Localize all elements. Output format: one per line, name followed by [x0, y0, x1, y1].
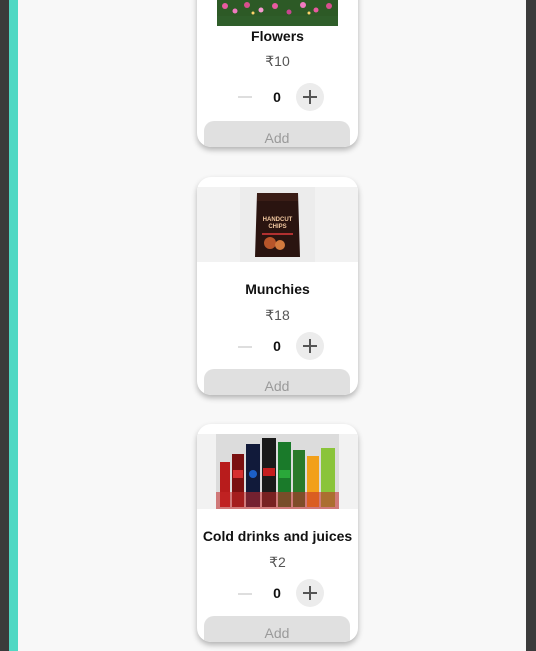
product-title: Cold drinks and juices — [202, 528, 353, 544]
quantity-value: 0 — [273, 338, 281, 354]
product-image-area: HANDCUT CHIPS — [197, 187, 358, 262]
accent-bar — [9, 0, 18, 651]
soft-drinks-image — [216, 434, 339, 509]
product-price: ₹10 — [265, 53, 290, 69]
product-card-munchies: HANDCUT CHIPS Munchies ₹18 0 Add — [197, 177, 358, 395]
product-card-cold-drinks: Cold drinks and juices ₹2 0 Add — [197, 424, 358, 642]
flowers-image — [217, 0, 338, 26]
window-frame-right — [526, 0, 536, 651]
product-price: ₹18 — [265, 307, 290, 323]
decrement-button[interactable] — [234, 85, 258, 109]
add-button[interactable]: Add — [204, 616, 350, 642]
product-image-area — [197, 434, 358, 509]
chips-packet-image: HANDCUT CHIPS — [240, 187, 315, 262]
svg-text:CHIPS: CHIPS — [268, 224, 286, 230]
decrement-button[interactable] — [234, 582, 258, 606]
add-button[interactable]: Add — [204, 369, 350, 395]
add-button[interactable]: Add — [204, 121, 350, 147]
product-card-flowers: Flowers ₹10 0 Add — [197, 0, 358, 147]
decrement-button[interactable] — [234, 335, 258, 359]
quantity-value: 0 — [273, 89, 281, 105]
increment-button[interactable] — [296, 579, 324, 607]
quantity-value: 0 — [273, 585, 281, 601]
increment-button[interactable] — [296, 332, 324, 360]
svg-text:HANDCUT: HANDCUT — [263, 217, 293, 223]
product-price: ₹2 — [269, 554, 286, 570]
window-frame-left — [0, 0, 9, 651]
product-title: Munchies — [245, 281, 310, 297]
increment-button[interactable] — [296, 83, 324, 111]
product-title: Flowers — [251, 28, 304, 44]
